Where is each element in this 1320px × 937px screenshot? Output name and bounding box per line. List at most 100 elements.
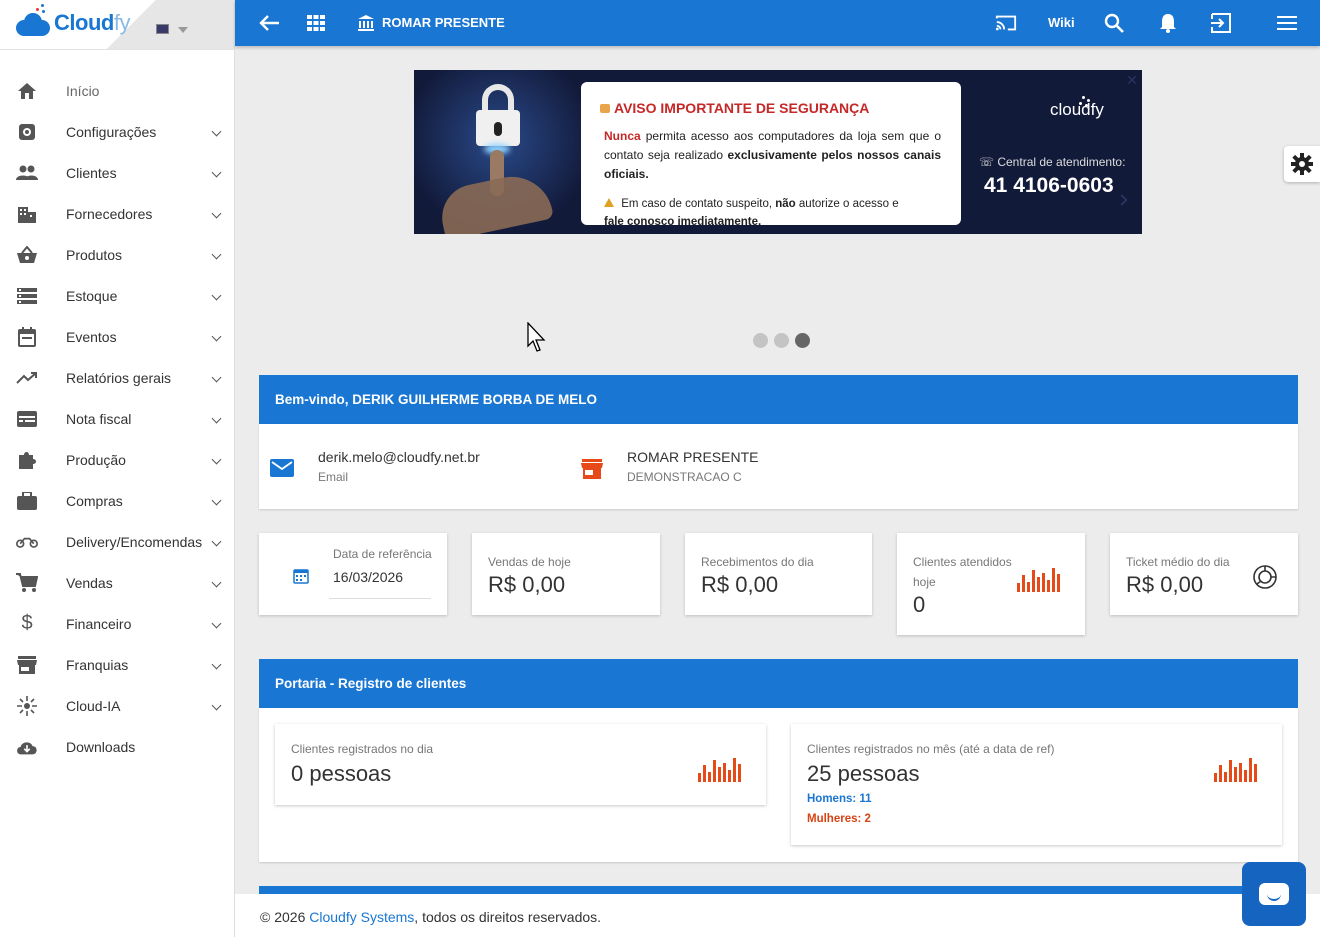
sidebar-item-label: Financeiro xyxy=(66,615,132,632)
logo-area: Cloudfy xyxy=(0,0,234,50)
banner-message-card: AVISO IMPORTANTE DE SEGURANÇA Nunca perm… xyxy=(581,82,961,228)
chat-icon xyxy=(1259,883,1289,905)
next-panel-header xyxy=(259,886,1298,894)
sidebar-item-produtos[interactable]: Produtos xyxy=(0,234,234,275)
menu-icon[interactable] xyxy=(1276,12,1298,34)
phone-icon: ☏ xyxy=(979,155,998,169)
sidebar-item-franquias[interactable]: Franquias xyxy=(0,644,234,685)
sidebar-item-delivery[interactable]: Delivery/Encomendas xyxy=(0,521,234,562)
chevron-down-icon xyxy=(211,454,222,465)
apps-grid-icon[interactable] xyxy=(305,12,327,34)
wiki-link[interactable]: Wiki xyxy=(1048,15,1075,30)
top-app-bar: ROMAR PRESENTE Wiki xyxy=(235,0,1320,46)
carousel-dot-2[interactable] xyxy=(774,333,789,348)
sidebar-item-configuracoes[interactable]: Configurações xyxy=(0,111,234,152)
sidebar-item-downloads[interactable]: Downloads xyxy=(0,726,234,767)
chevron-down-icon xyxy=(211,372,222,383)
user-email: derik.melo@cloudfy.net.br xyxy=(318,449,480,465)
chevron-down-icon xyxy=(211,290,222,301)
sidebar-item-label: Eventos xyxy=(66,328,117,345)
padlock-icon xyxy=(600,104,610,113)
bank-icon xyxy=(355,12,377,34)
sidebar-item-cloud-ia[interactable]: Cloud-IA xyxy=(0,685,234,726)
women-count: Mulheres: 2 xyxy=(807,813,871,825)
sidebar-item-nota-fiscal[interactable]: Nota fiscal xyxy=(0,398,234,439)
clients-registered-day-value: 0 pessoas xyxy=(291,761,392,786)
sidebar-item-fornecedores[interactable]: Fornecedores xyxy=(0,193,234,234)
language-flag-icon[interactable] xyxy=(156,24,169,34)
sidebar-item-financeiro[interactable]: $ Financeiro xyxy=(0,603,234,644)
bell-icon[interactable] xyxy=(1157,12,1179,34)
sidebar-item-label: Cloud-IA xyxy=(66,697,121,714)
sidebar-item-producao[interactable]: Produção xyxy=(0,439,234,480)
mouse-cursor-icon xyxy=(527,322,546,352)
receipts-day-value: R$ 0,00 xyxy=(701,572,779,597)
sidebar-item-relatorios[interactable]: Relatórios gerais xyxy=(0,357,234,398)
sidebar-item-compras[interactable]: Compras xyxy=(0,480,234,521)
chat-button[interactable] xyxy=(1242,862,1306,926)
motorcycle-icon xyxy=(16,531,38,553)
sidebar-item-label: Compras xyxy=(66,492,123,509)
sidebar-item-label: Início xyxy=(66,82,100,99)
sidebar-item-label: Downloads xyxy=(66,738,136,755)
store-name[interactable]: ROMAR PRESENTE xyxy=(382,15,505,30)
cloud-download-icon xyxy=(16,736,38,758)
chevron-right-icon[interactable] xyxy=(1116,194,1128,206)
sidebar-item-inicio[interactable]: Início xyxy=(0,70,234,111)
banner-paragraph-1: Nunca permita acesso aos computadores da… xyxy=(604,129,941,181)
clients-registered-month-card: Clientes registrados no mês (até a data … xyxy=(791,724,1282,845)
chevron-down-icon xyxy=(211,167,222,178)
banner-paragraph-2: Em caso de contato suspeito, não autoriz… xyxy=(604,198,899,228)
reference-date-label: Data de referência xyxy=(333,547,432,561)
logo-cloud-icon xyxy=(14,4,52,36)
close-icon[interactable]: ✕ xyxy=(1126,72,1138,89)
sidebar-item-vendas[interactable]: Vendas xyxy=(0,562,234,603)
security-banner-carousel[interactable]: AVISO IMPORTANTE DE SEGURANÇA Nunca perm… xyxy=(414,70,1142,234)
chevron-down-icon xyxy=(211,413,222,424)
carousel-dot-1[interactable] xyxy=(753,333,768,348)
trending-icon xyxy=(16,367,38,389)
average-ticket-value: R$ 0,00 xyxy=(1126,572,1204,597)
dollar-icon: $ xyxy=(21,612,33,634)
sales-today-label: Vendas de hoje xyxy=(488,555,571,569)
basket-icon xyxy=(16,244,38,266)
email-icon xyxy=(270,459,294,482)
chevron-down-icon xyxy=(211,577,222,588)
cast-icon[interactable] xyxy=(995,12,1017,34)
sidebar-item-label: Franquias xyxy=(66,656,129,673)
back-arrow-icon[interactable] xyxy=(258,12,280,34)
chevron-down-icon xyxy=(211,249,222,260)
sidebar-item-estoque[interactable]: Estoque xyxy=(0,275,234,316)
cloudfy-logo[interactable]: Cloudfy xyxy=(14,4,130,36)
reference-date-input[interactable]: 16/03/2026 xyxy=(333,569,403,585)
bar-chart-icon xyxy=(1214,756,1257,782)
sidebar-item-label: Fornecedores xyxy=(66,205,153,222)
storage-icon xyxy=(16,285,38,307)
search-icon[interactable] xyxy=(1103,12,1125,34)
clients-served-label: Clientes atendidos hoje xyxy=(913,555,1012,589)
footer-company-link[interactable]: Cloudfy Systems xyxy=(309,909,414,925)
chevron-down-icon xyxy=(211,536,222,547)
donut-chart-icon xyxy=(1252,564,1278,595)
logout-icon[interactable] xyxy=(1210,12,1232,34)
receipts-day-card: Recebimentos do dia R$ 0,00 xyxy=(685,533,872,615)
banner-support-label: ☏ Central de atendimento: xyxy=(979,155,1126,169)
receipts-day-label: Recebimentos do dia xyxy=(701,555,814,569)
settings-gear-button[interactable] xyxy=(1284,146,1320,182)
clients-registered-month-label: Clientes registrados no mês (até a data … xyxy=(807,742,1055,756)
date-input-underline xyxy=(329,598,431,599)
sales-today-card: Vendas de hoje R$ 0,00 xyxy=(472,533,660,615)
reference-date-card: Data de referência 16/03/2026 xyxy=(259,533,447,615)
welcome-body: derik.melo@cloudfy.net.br Email ROMAR PR… xyxy=(259,424,1298,509)
carousel-dot-3[interactable] xyxy=(795,333,810,348)
chevron-down-icon[interactable] xyxy=(178,27,188,33)
clients-registered-month-value: 25 pessoas xyxy=(807,761,920,786)
average-ticket-card: Ticket médio do dia R$ 0,00 xyxy=(1110,533,1298,615)
sidebar-item-clientes[interactable]: Clientes xyxy=(0,152,234,193)
banner-phone: 41 4106-0603 xyxy=(984,174,1114,197)
chevron-down-icon xyxy=(211,700,222,711)
people-icon xyxy=(16,162,38,184)
calendar-icon xyxy=(16,326,38,348)
sidebar-item-eventos[interactable]: Eventos xyxy=(0,316,234,357)
store-subtitle: DEMONSTRACAO C xyxy=(627,470,742,484)
